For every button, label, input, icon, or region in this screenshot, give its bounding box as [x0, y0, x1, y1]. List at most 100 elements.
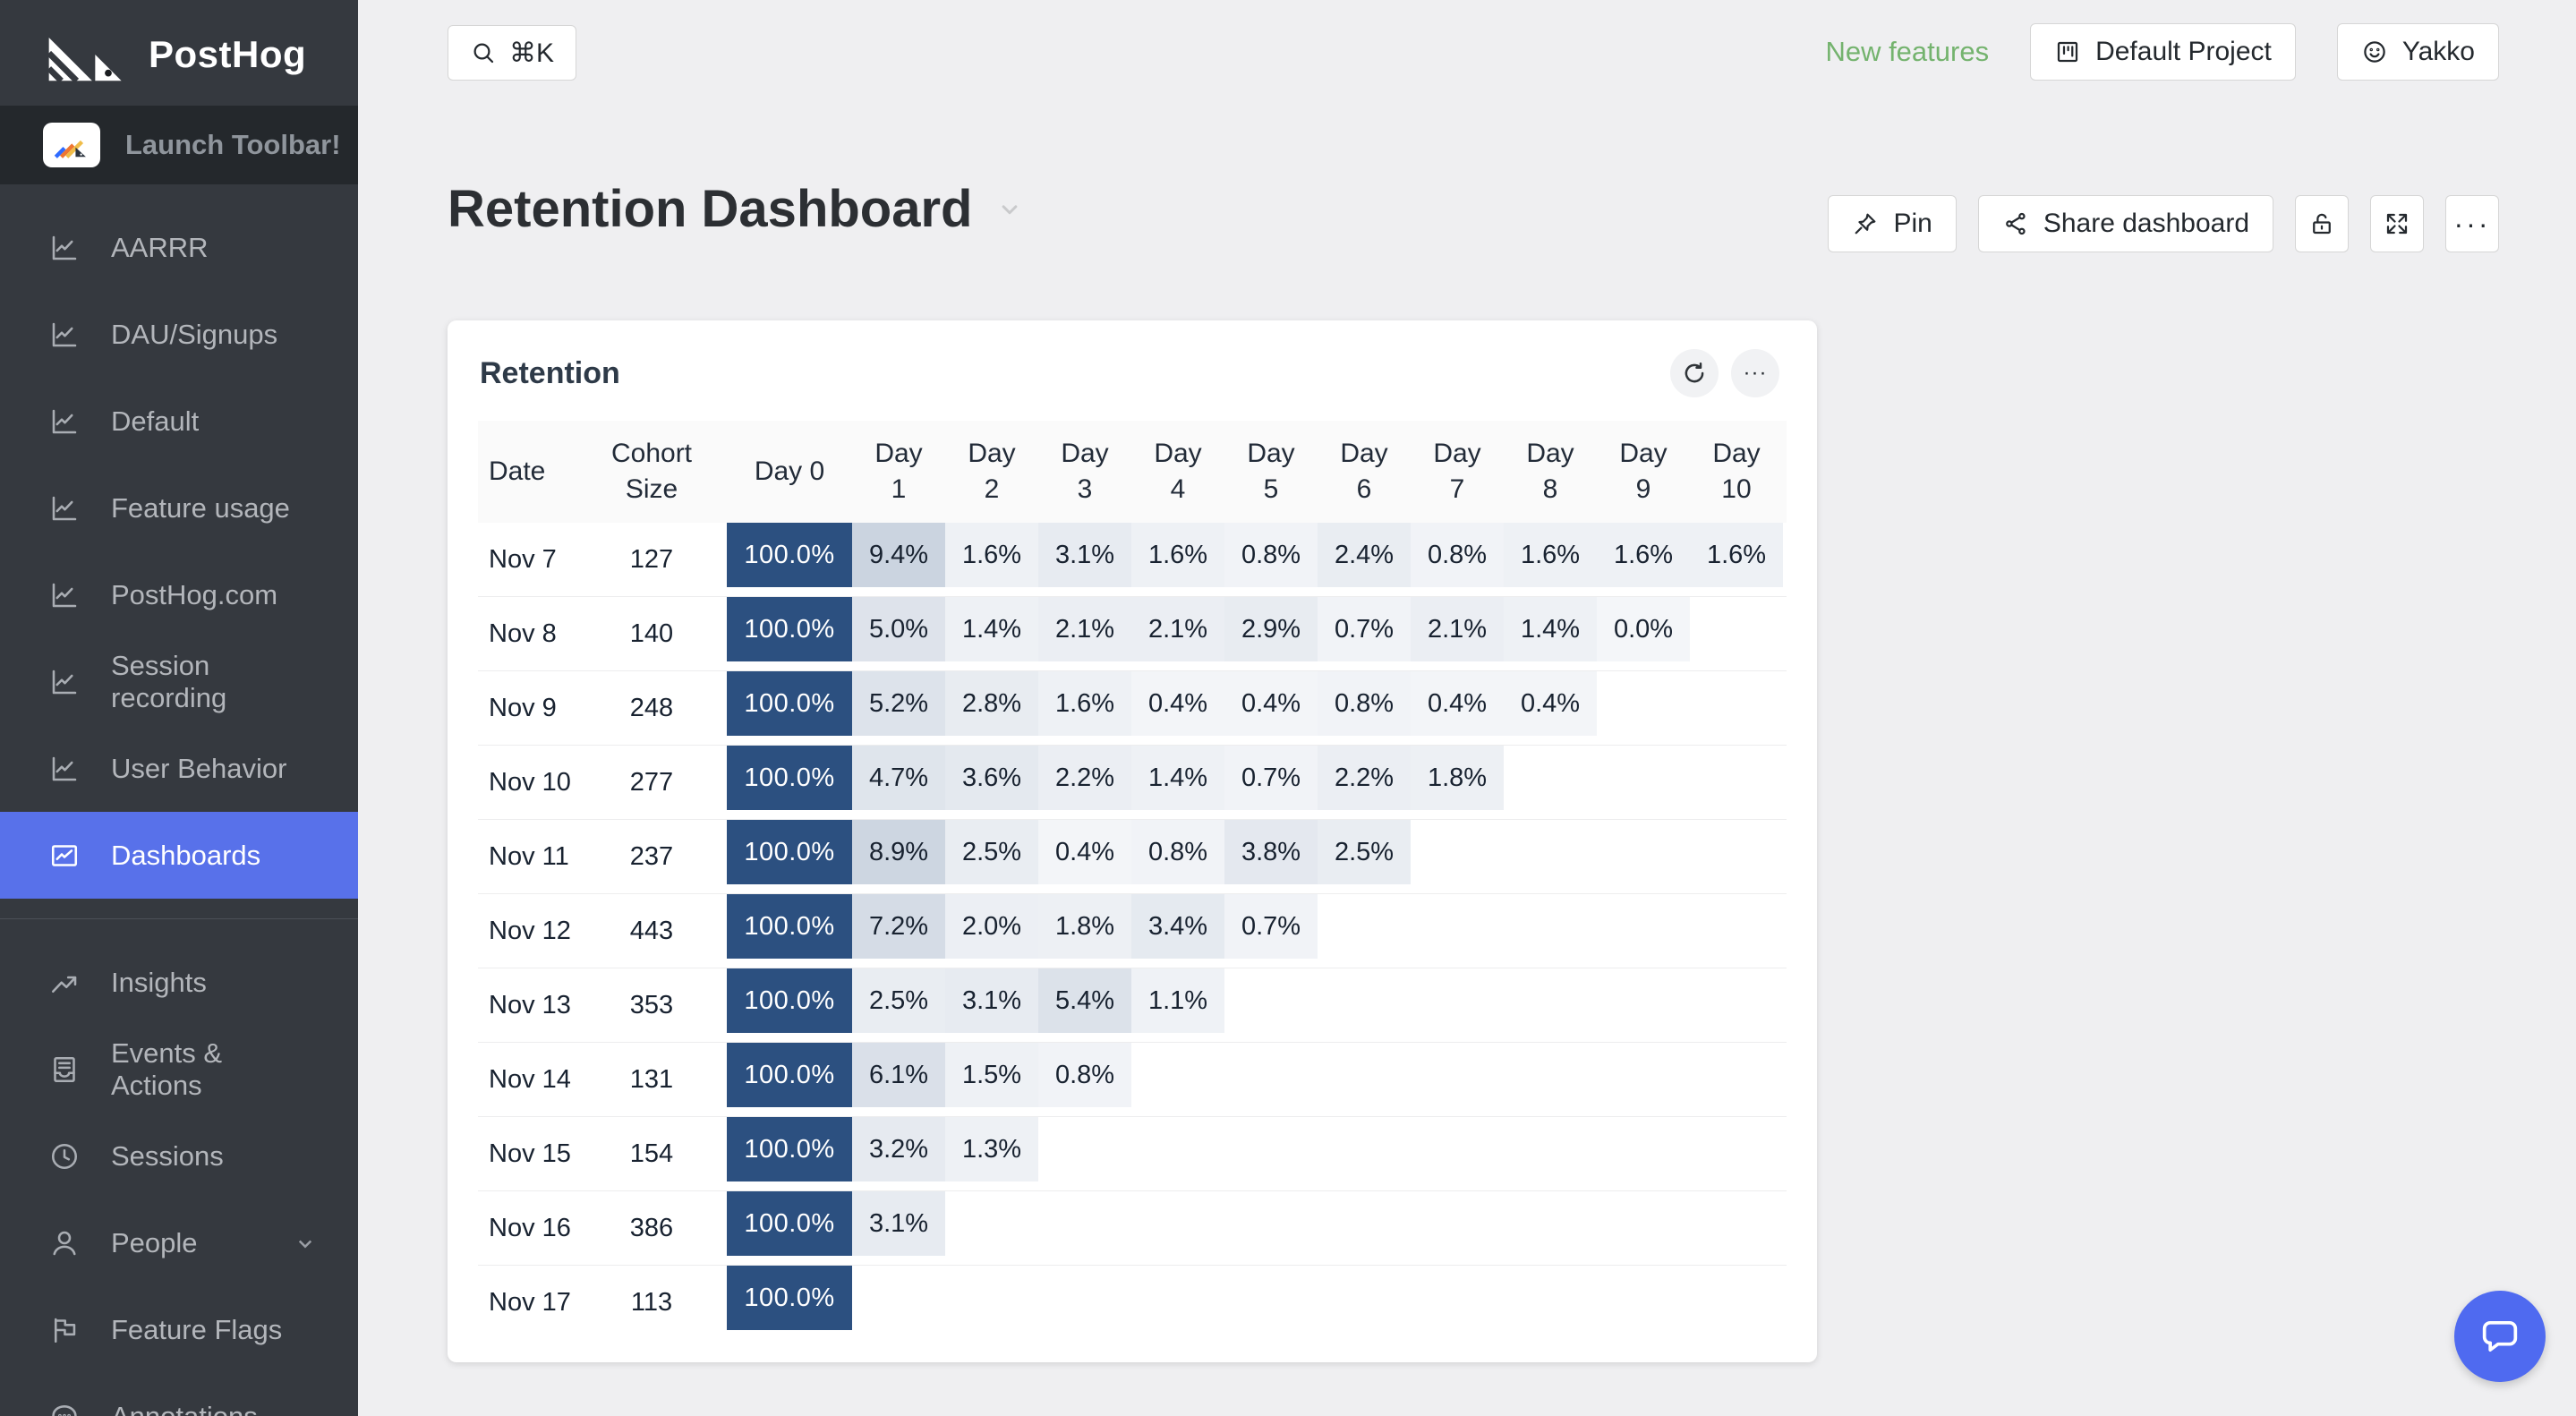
line-chart-icon: [48, 405, 81, 438]
retention-row-nov-12: Nov 12 443 100.0% 7.2% 2.0% 1.8% 3.4% 0.7%: [478, 894, 1787, 968]
retention-cell: [1597, 1266, 1690, 1339]
rise-icon: [48, 967, 81, 999]
retention-cell: 1.6%: [1038, 671, 1131, 745]
retention-value: 2.5%: [1318, 820, 1411, 884]
retention-value: 1.6%: [945, 523, 1038, 587]
retention-value: 100.0%: [727, 523, 852, 587]
share-label: Share dashboard: [2043, 209, 2249, 238]
retention-cell: [1597, 1043, 1690, 1116]
sidebar-item-session-recording[interactable]: Session recording: [0, 638, 358, 725]
retention-value: 8.9%: [852, 820, 945, 884]
sidebar-item-label: PostHog.com: [111, 578, 278, 610]
retention-value: 3.1%: [945, 968, 1038, 1033]
retention-value: 0.7%: [1224, 894, 1318, 959]
sidebar-item-label: Feature usage: [111, 491, 290, 524]
chat-widget-button[interactable]: [2454, 1291, 2546, 1382]
smile-icon: [2361, 38, 2388, 65]
retention-value: 100.0%: [727, 671, 852, 736]
sidebar-item-dau-signups[interactable]: DAU/Signups: [0, 291, 358, 378]
message-icon: [48, 1401, 81, 1416]
search-icon: [470, 39, 497, 66]
sidebar-item-default[interactable]: Default: [0, 378, 358, 465]
retention-cell: 0.4%: [1411, 671, 1504, 745]
sidebar-item-events-actions[interactable]: Events & Actions: [0, 1026, 358, 1113]
retention-value: 4.7%: [852, 746, 945, 810]
retention-cell: 3.6%: [945, 746, 1038, 819]
user-label: Yakko: [2401, 37, 2475, 66]
new-features-link[interactable]: New features: [1825, 36, 1989, 68]
row-cohort-size: 140: [629, 618, 674, 648]
retention-cell: 4.7%: [852, 746, 945, 819]
retention-cell: 0.4%: [1224, 671, 1318, 745]
sidebar-item-aarrr[interactable]: AARRR: [0, 204, 358, 291]
line-chart-icon: [48, 753, 81, 785]
user-menu-button[interactable]: Yakko: [2336, 23, 2499, 81]
row-date: Nov 14: [489, 1064, 571, 1094]
retention-value: 0.7%: [1224, 746, 1318, 810]
row-date: Nov 13: [489, 990, 571, 1019]
retention-value: 2.2%: [1038, 746, 1131, 810]
sidebar-item-insights[interactable]: Insights: [0, 939, 358, 1026]
sidebar-item-label: Events & Actions: [111, 1036, 223, 1101]
fullscreen-icon: [2384, 210, 2410, 237]
retention-cell: 1.8%: [1038, 894, 1131, 968]
retention-cell: 1.4%: [945, 597, 1038, 670]
sidebar-item-feature-flags[interactable]: Feature Flags: [0, 1286, 358, 1373]
column-header-day-0: Day 0: [754, 456, 825, 486]
retention-cell: 2.9%: [1224, 597, 1318, 670]
retention-value: 100.0%: [727, 1266, 852, 1330]
retention-cell: [1318, 968, 1411, 1042]
retention-cell: 1.6%: [1131, 523, 1224, 596]
dashboard-more-button[interactable]: ···: [2445, 195, 2499, 252]
retention-row-nov-9: Nov 9 248 100.0% 5.2% 2.8% 1.6% 0.4% 0.4% 0.8% 0.…: [478, 671, 1787, 746]
sidebar-item-user-behavior[interactable]: User Behavior: [0, 725, 358, 812]
retention-cell: [1690, 671, 1783, 745]
retention-cell: [1038, 1191, 1131, 1265]
retention-cell: 0.7%: [1318, 597, 1411, 670]
retention-cell: 100.0%: [727, 820, 852, 893]
retention-cell: 2.2%: [1038, 746, 1131, 819]
search-button[interactable]: ⌘K: [448, 25, 577, 81]
retention-cell: 5.2%: [852, 671, 945, 745]
retention-cell: 100.0%: [727, 1266, 852, 1339]
retention-value: 100.0%: [727, 1191, 852, 1256]
pin-button[interactable]: Pin: [1828, 195, 1957, 252]
retention-cell: [1224, 968, 1318, 1042]
sidebar-item-sessions[interactable]: Sessions: [0, 1113, 358, 1199]
retention-cell: [1690, 746, 1783, 819]
refresh-button[interactable]: [1670, 349, 1719, 397]
row-date: Nov 9: [489, 693, 557, 722]
pushpin-icon: [1852, 210, 1879, 237]
sidebar-item-annotations[interactable]: Annotations: [0, 1373, 358, 1416]
launch-toolbar-button[interactable]: Launch Toolbar!: [0, 106, 358, 184]
sidebar-item-dashboards[interactable]: Dashboards: [0, 812, 358, 899]
retention-cell: 0.8%: [1131, 820, 1224, 893]
row-cohort-size: 131: [629, 1064, 674, 1094]
share-dashboard-button[interactable]: Share dashboard: [1977, 195, 2273, 252]
retention-value: 2.5%: [945, 820, 1038, 884]
retention-value: 1.4%: [945, 597, 1038, 661]
caret-down-icon[interactable]: [996, 196, 1023, 223]
retention-cell: 3.1%: [852, 1191, 945, 1265]
project-switcher-button[interactable]: Default Project: [2030, 23, 2296, 81]
sidebar-item-feature-usage[interactable]: Feature usage: [0, 465, 358, 551]
reload-icon: [1681, 360, 1708, 387]
sidebar-item-posthog-com[interactable]: PostHog.com: [0, 551, 358, 638]
retention-cell: [1597, 820, 1690, 893]
card-more-button[interactable]: ···: [1731, 349, 1779, 397]
column-header-day-9: Day 9: [1619, 439, 1668, 504]
retention-cell: [1597, 968, 1690, 1042]
flag-icon: [48, 1314, 81, 1346]
posthog-logo[interactable]: PostHog: [0, 0, 358, 106]
retention-cell: 100.0%: [727, 523, 852, 596]
retention-cell: 0.8%: [1038, 1043, 1131, 1116]
sidebar-item-people[interactable]: People: [0, 1199, 358, 1286]
retention-value: 5.2%: [852, 671, 945, 736]
retention-cell: [1318, 894, 1411, 968]
lock-dashboard-button[interactable]: [2295, 195, 2349, 252]
retention-cell: 1.3%: [945, 1117, 1038, 1190]
retention-row-nov-13: Nov 13 353 100.0% 2.5% 3.1% 5.4% 1.1%: [478, 968, 1787, 1043]
sidebar-item-label: People: [111, 1226, 198, 1258]
fullscreen-button[interactable]: [2370, 195, 2424, 252]
retention-cell: [1690, 1191, 1783, 1265]
